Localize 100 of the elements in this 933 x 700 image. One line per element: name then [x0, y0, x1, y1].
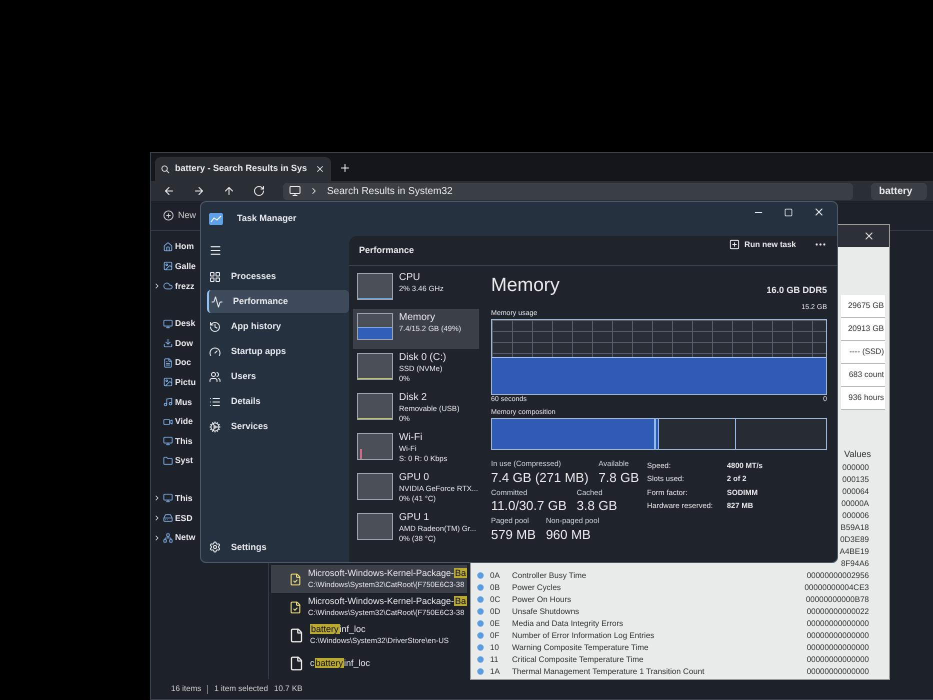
usage-thumbnail: [357, 393, 393, 420]
raw-value: 00000000002956: [806, 572, 869, 580]
stat-value: 11.0/30.7 GB: [491, 499, 567, 512]
status-dot-icon: [477, 608, 484, 615]
cog-icon: [209, 420, 221, 432]
disk-stat-value: ---- (SSD): [841, 341, 885, 364]
file-name: cbatteryinf_loc: [310, 658, 370, 668]
address-bar[interactable]: Search Results in System32: [283, 182, 853, 200]
monitor-icon: [163, 318, 173, 329]
raw-value: A4BE19: [840, 548, 869, 556]
settings-item[interactable]: Settings: [207, 540, 349, 554]
sidebar-item[interactable]: Vide: [151, 412, 193, 432]
nav-item[interactable]: Processes: [207, 265, 349, 288]
sidebar-item[interactable]: Desk: [151, 314, 196, 334]
download-icon: [163, 338, 173, 348]
raw-value: 000006: [842, 512, 869, 520]
status-dot-icon: [477, 596, 484, 603]
raw-value: 8F94A6: [840, 560, 869, 568]
expand-chevron-icon[interactable]: [153, 514, 161, 522]
maximize-icon[interactable]: [784, 208, 793, 216]
raw-value: 00000000004CE3: [804, 584, 869, 592]
up-icon[interactable]: [223, 185, 235, 197]
close-icon[interactable]: [813, 206, 825, 218]
column-header: Values: [844, 448, 871, 461]
expand-chevron-icon[interactable]: [153, 282, 161, 290]
certificate-file-icon: [289, 600, 302, 614]
home-icon: [163, 242, 173, 252]
sidebar-item[interactable]: Netw: [151, 528, 196, 548]
status-dot-icon: [477, 668, 484, 675]
sidebar-item[interactable]: Syst: [151, 450, 193, 471]
attribute-name: Media and Data Integrity Errors: [512, 620, 624, 628]
nav-item[interactable]: Services: [207, 415, 349, 438]
search-field[interactable]: battery: [871, 182, 927, 200]
expand-chevron-icon[interactable]: [153, 534, 161, 542]
resource-title: Memory: [491, 274, 560, 298]
selection-size: 10.7 KB: [274, 683, 303, 695]
file-name: batteryinf_loc: [310, 624, 367, 635]
attribute-name: Warning Composite Temperature Time: [512, 644, 648, 652]
history-icon: [209, 320, 221, 332]
usage-thumbnail: [357, 473, 393, 500]
gauge-icon: [209, 346, 221, 358]
raw-value: 00000000000022: [806, 608, 869, 616]
nav-item[interactable]: Startup apps: [207, 340, 349, 363]
sidebar-item[interactable]: Hom: [151, 237, 194, 257]
close-icon[interactable]: [863, 230, 875, 242]
folder-icon: [163, 456, 173, 466]
menu-icon[interactable]: [209, 244, 222, 257]
refresh-icon[interactable]: [253, 185, 265, 197]
attribute-id: 0F: [490, 632, 500, 640]
raw-value: 00000000000000: [806, 668, 869, 676]
attribute-name: Power On Hours: [512, 596, 572, 604]
grid-icon: [209, 270, 221, 282]
music-icon: [163, 396, 173, 407]
attribute-name: Critical Composite Temperature Time: [512, 656, 644, 664]
usage-thumbnail: [357, 513, 393, 540]
network-thumbnail: [357, 433, 393, 460]
run-new-task-button[interactable]: Run new task: [729, 238, 796, 250]
sidebar-item[interactable]: Doc: [151, 352, 192, 373]
expand-chevron-icon[interactable]: [153, 494, 161, 502]
raw-value: 00000000000000: [806, 656, 869, 664]
nav-item[interactable]: Performance: [207, 290, 349, 313]
nav-item[interactable]: Details: [207, 390, 349, 413]
picture-icon: [163, 261, 173, 272]
attribute-id: 0E: [490, 620, 501, 628]
browser-tab[interactable]: battery - Search Results in Sys: [155, 157, 331, 181]
sidebar-item[interactable]: This: [151, 488, 192, 508]
page-title: Performance: [359, 244, 414, 257]
close-icon[interactable]: [315, 164, 325, 174]
forward-icon[interactable]: [193, 185, 205, 197]
attribute-name: Thermal Management Temperature 1 Transition Count: [512, 668, 704, 676]
raw-value: 00000000000000: [806, 620, 869, 628]
certificate-file-icon: [289, 572, 302, 586]
new-button[interactable]: New: [163, 208, 196, 222]
sidebar-item[interactable]: Galle: [151, 256, 196, 276]
nav-item[interactable]: App history: [207, 315, 349, 338]
attribute-name: Controller Busy Time: [512, 572, 586, 580]
pulse-icon: [211, 296, 223, 308]
file-icon: [289, 656, 304, 670]
nav-item[interactable]: Users: [207, 365, 349, 388]
memory-thumbnail: [357, 313, 393, 340]
file-icon: [289, 628, 304, 642]
raw-value: 000000: [842, 464, 869, 472]
new-tab-icon[interactable]: [339, 162, 351, 174]
sidebar-item[interactable]: frezz: [151, 276, 194, 296]
stat-value: 7.8 GB: [598, 470, 640, 484]
file-name: Microsoft-Windows-Kernel-Package-Ba: [308, 568, 467, 579]
back-icon[interactable]: [163, 185, 175, 197]
sidebar-item[interactable]: Mus: [151, 392, 192, 412]
file-row[interactable]: cbatteryinf_loc: [271, 649, 467, 677]
attribute-id: 0D: [490, 608, 502, 616]
disk-stat-value: 29675 GB: [841, 295, 885, 318]
raw-value: 000064: [842, 488, 869, 496]
attribute-id: 0C: [490, 596, 502, 604]
selection-status: 1 item selected: [214, 683, 268, 695]
disk-stat-value: 20913 GB: [841, 318, 885, 341]
sidebar-item[interactable]: Pictu: [151, 372, 196, 392]
sidebar-item[interactable]: Dow: [151, 333, 193, 353]
sidebar-item[interactable]: ESD: [151, 508, 192, 528]
status-dot-icon: [477, 656, 484, 663]
sidebar-item[interactable]: This: [151, 431, 192, 451]
